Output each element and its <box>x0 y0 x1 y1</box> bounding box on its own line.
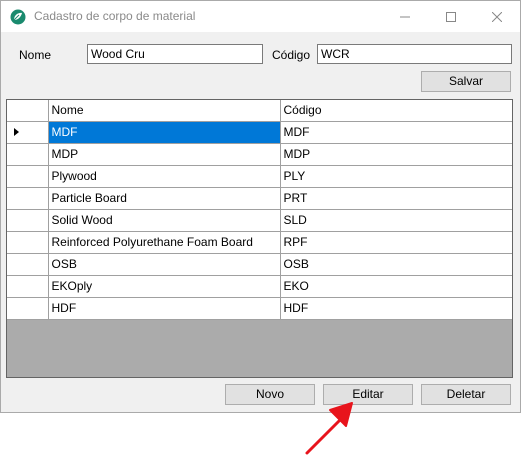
cell-nome[interactable]: EKOply <box>48 275 281 298</box>
cell-codigo[interactable]: PRT <box>280 187 512 210</box>
close-icon <box>492 11 502 22</box>
minimize-icon <box>400 16 410 17</box>
data-grid: Nome Código MDF MDF MDP MDP Plywood PLY … <box>6 99 513 378</box>
codigo-label: Código <box>272 48 311 62</box>
cell-nome[interactable]: OSB <box>48 253 281 276</box>
current-row-icon <box>14 128 19 136</box>
cell-codigo[interactable]: MDP <box>280 143 512 166</box>
row-header[interactable] <box>7 187 49 210</box>
deletar-button[interactable]: Deletar <box>421 384 511 405</box>
column-header-codigo[interactable]: Código <box>280 100 512 122</box>
novo-button[interactable]: Novo <box>225 384 315 405</box>
table-row[interactable]: Plywood PLY <box>7 165 512 188</box>
window-title: Cadastro de corpo de material <box>34 9 196 23</box>
salvar-button[interactable]: Salvar <box>421 71 511 92</box>
cell-codigo[interactable]: SLD <box>280 209 512 232</box>
column-header-nome[interactable]: Nome <box>48 100 281 122</box>
editar-button[interactable]: Editar <box>323 384 413 405</box>
table-row[interactable]: EKOply EKO <box>7 275 512 298</box>
row-header[interactable] <box>7 231 49 254</box>
cell-nome[interactable]: HDF <box>48 297 281 320</box>
main-window: Cadastro de corpo de material Nome Wood … <box>0 0 521 413</box>
cell-codigo[interactable]: RPF <box>280 231 512 254</box>
nome-label: Nome <box>19 48 52 62</box>
maximize-button[interactable] <box>428 1 474 32</box>
cell-nome[interactable]: Solid Wood <box>48 209 281 232</box>
table-row[interactable]: Solid Wood SLD <box>7 209 512 232</box>
close-button[interactable] <box>474 1 520 32</box>
cell-codigo[interactable]: MDF <box>280 121 512 144</box>
table-row[interactable]: HDF HDF <box>7 297 512 320</box>
row-header[interactable] <box>7 275 49 298</box>
table-row[interactable]: MDF MDF <box>7 121 512 144</box>
maximize-icon <box>446 11 456 22</box>
table-row[interactable]: Reinforced Polyurethane Foam Board RPF <box>7 231 512 254</box>
table-row[interactable]: MDP MDP <box>7 143 512 166</box>
app-icon <box>10 9 26 25</box>
row-header[interactable] <box>7 209 49 232</box>
cell-nome[interactable]: MDP <box>48 143 281 166</box>
row-header[interactable] <box>7 121 49 144</box>
cell-codigo[interactable]: OSB <box>280 253 512 276</box>
table-row[interactable]: OSB OSB <box>7 253 512 276</box>
row-header[interactable] <box>7 165 49 188</box>
cell-nome[interactable]: Plywood <box>48 165 281 188</box>
cell-nome[interactable]: MDF <box>48 121 281 144</box>
cell-codigo[interactable]: PLY <box>280 165 512 188</box>
row-header[interactable] <box>7 253 49 276</box>
row-header-corner <box>7 100 49 122</box>
table-row[interactable]: Particle Board PRT <box>7 187 512 210</box>
nome-input[interactable]: Wood Cru <box>87 44 263 64</box>
codigo-input[interactable]: WCR <box>317 44 512 64</box>
cell-codigo[interactable]: HDF <box>280 297 512 320</box>
cell-nome[interactable]: Reinforced Polyurethane Foam Board <box>48 231 281 254</box>
cell-codigo[interactable]: EKO <box>280 275 512 298</box>
cell-nome[interactable]: Particle Board <box>48 187 281 210</box>
row-header[interactable] <box>7 143 49 166</box>
title-bar[interactable]: Cadastro de corpo de material <box>1 1 520 32</box>
minimize-button[interactable] <box>382 1 428 32</box>
row-header[interactable] <box>7 297 49 320</box>
grid-header: Nome Código <box>7 100 512 122</box>
